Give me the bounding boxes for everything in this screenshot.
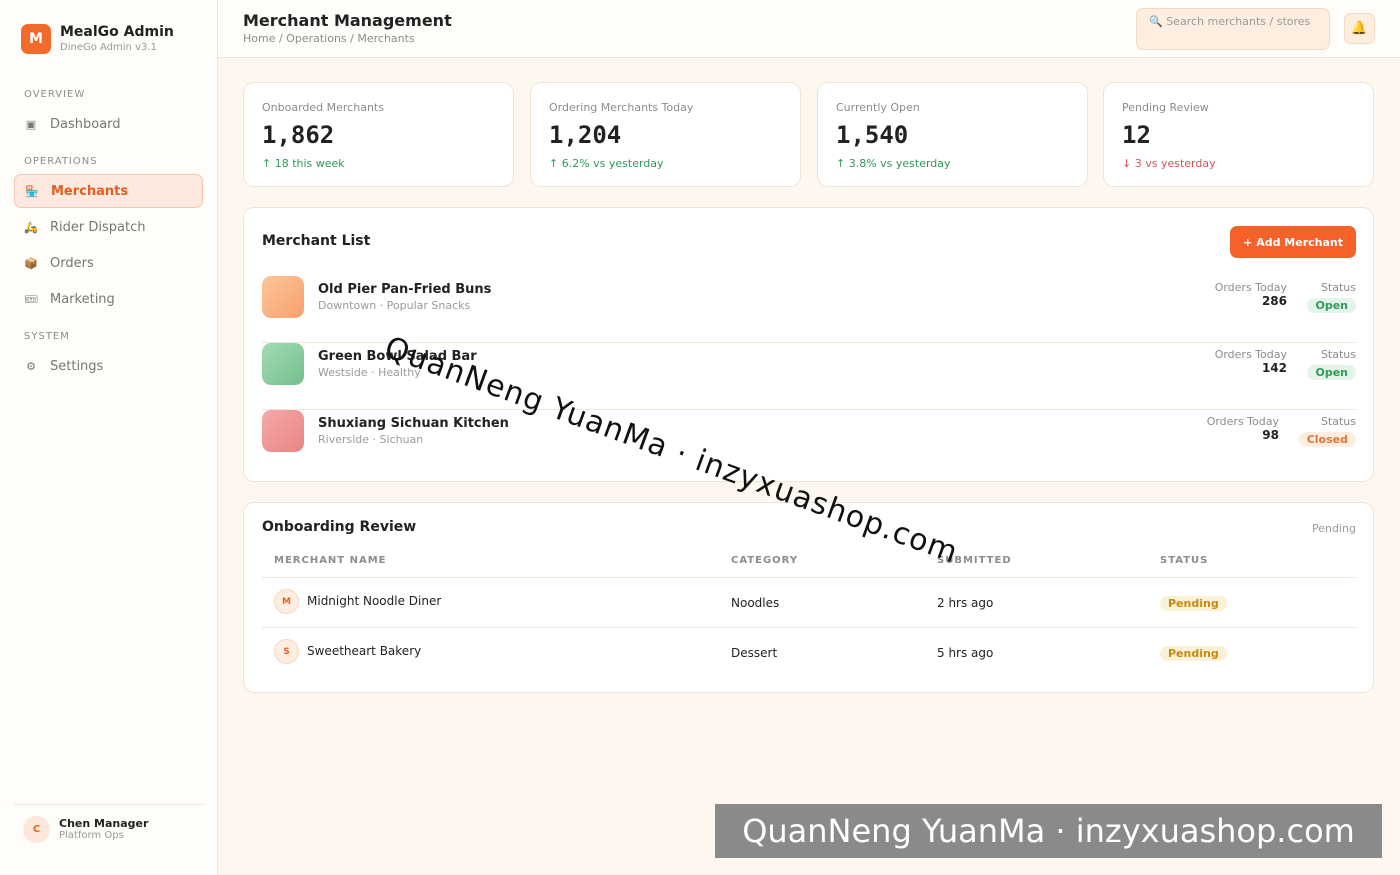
package-icon: 📦 — [24, 256, 38, 270]
status-label: Status — [1320, 281, 1356, 294]
list-item[interactable]: Shuxiang Sichuan Kitchen Riverside · Sic… — [262, 410, 1356, 477]
orders-value: 142 — [1261, 361, 1287, 375]
scooter-icon: 🛵 — [24, 220, 38, 234]
orders-label: Orders Today — [1206, 415, 1279, 428]
sidebar-item-label: Orders — [50, 255, 94, 271]
status-label: Status — [1320, 348, 1356, 361]
merchant-name: Midnight Noodle Diner — [307, 594, 442, 608]
sidebar-item-marketing[interactable]: 🎟 Marketing — [14, 282, 203, 316]
stat-value: 1,204 — [549, 121, 622, 149]
merchant-meta: Riverside · Sichuan — [318, 433, 424, 446]
stat-label: Onboarded Merchants — [262, 101, 384, 114]
nav-section-operations: OPERATIONS — [24, 156, 98, 167]
submitted-time: 2 hrs ago — [937, 596, 994, 610]
page-title: Merchant Management — [243, 11, 452, 30]
orders-label: Orders Today — [1214, 348, 1287, 361]
merchant-name: Old Pier Pan-Fried Buns — [318, 282, 492, 297]
stat-value: 1,540 — [836, 121, 909, 149]
status-badge: Open — [1307, 365, 1356, 380]
orders-value: 286 — [1261, 294, 1287, 308]
stat-card-ordering: Ordering Merchants Today 1,204 ↑ 6.2% vs… — [530, 82, 801, 187]
stat-card-onboarded: Onboarded Merchants 1,862 ↑ 18 this week — [243, 82, 514, 187]
stat-delta: ↑ 18 this week — [262, 157, 345, 170]
column-header-category[interactable]: CATEGORY — [731, 555, 798, 566]
status-badge: Closed — [1298, 432, 1356, 447]
stat-card-pending: Pending Review 12 ↓ 3 vs yesterday — [1103, 82, 1374, 187]
search-input[interactable]: 🔍 Search merchants / stores — [1136, 8, 1330, 50]
list-item[interactable]: Old Pier Pan-Fried Buns Downtown · Popul… — [262, 276, 1356, 343]
status-badge: Pending — [1160, 596, 1227, 611]
stat-value: 12 — [1122, 121, 1151, 149]
merchant-name: Shuxiang Sichuan Kitchen — [318, 416, 509, 431]
merchant-thumbnail — [262, 410, 304, 452]
brand[interactable]: M MealGo Admin DineGo Admin v3.1 — [21, 24, 174, 54]
section-title: Merchant List — [262, 233, 371, 249]
status-badge: Pending — [1160, 646, 1227, 661]
table-row[interactable]: M Midnight Noodle Diner Noodles 2 hrs ag… — [262, 578, 1356, 628]
user-profile[interactable]: C Chen Manager Platform Ops — [23, 816, 148, 843]
user-role: Platform Ops — [59, 830, 124, 841]
nav-section-overview: OVERVIEW — [24, 89, 86, 100]
brand-name: MealGo Admin — [60, 24, 174, 40]
merchant-name: Sweetheart Bakery — [307, 644, 422, 658]
merchant-meta: Downtown · Popular Snacks — [318, 299, 471, 312]
user-name: Chen Manager — [59, 817, 149, 830]
stat-label: Ordering Merchants Today — [549, 101, 694, 114]
stat-delta: ↑ 3.8% vs yesterday — [836, 157, 951, 170]
stat-card-open: Currently Open 1,540 ↑ 3.8% vs yesterday — [817, 82, 1088, 187]
sidebar-item-orders[interactable]: 📦 Orders — [14, 246, 203, 280]
avatar: S — [274, 639, 299, 664]
status-label: Status — [1320, 415, 1356, 428]
store-icon: 🏪 — [25, 184, 39, 198]
avatar: C — [23, 816, 50, 843]
merchant-thumbnail — [262, 276, 304, 318]
submitted-time: 5 hrs ago — [937, 646, 994, 660]
sidebar-item-settings[interactable]: ⚙ Settings — [14, 349, 203, 383]
add-merchant-button[interactable]: + Add Merchant — [1230, 226, 1356, 258]
ticket-icon: 🎟 — [24, 292, 38, 306]
nav-section-system: SYSTEM — [24, 331, 70, 342]
sidebar-item-label: Merchants — [51, 183, 129, 199]
stat-delta: ↑ 6.2% vs yesterday — [549, 157, 664, 170]
brand-logo: M — [21, 24, 51, 54]
gear-icon: ⚙ — [26, 359, 36, 373]
sidebar-item-label: Dashboard — [50, 116, 121, 132]
bell-icon[interactable]: 🔔 — [1344, 13, 1375, 44]
stat-label: Currently Open — [836, 101, 920, 114]
sidebar-item-dashboard[interactable]: ▣ Dashboard — [14, 107, 203, 141]
category: Dessert — [731, 646, 778, 660]
sidebar-item-merchants[interactable]: 🏪 Merchants — [14, 174, 203, 208]
stat-value: 1,862 — [262, 121, 335, 149]
column-header-name[interactable]: MERCHANT NAME — [274, 555, 387, 566]
dashboard-icon: ▣ — [25, 117, 37, 131]
header: Merchant Management Home / Operations / … — [218, 0, 1400, 58]
category: Noodles — [731, 596, 780, 610]
column-header-status[interactable]: STATUS — [1160, 555, 1208, 566]
merchant-thumbnail — [262, 343, 304, 385]
sidebar-item-rider-dispatch[interactable]: 🛵 Rider Dispatch — [14, 210, 203, 244]
section-title: Onboarding Review — [262, 519, 417, 535]
onboarding-review-card: Onboarding Review Pending MERCHANT NAME … — [243, 502, 1374, 693]
orders-label: Orders Today — [1214, 281, 1287, 294]
sidebar-item-label: Rider Dispatch — [50, 219, 146, 235]
breadcrumb[interactable]: Home / Operations / Merchants — [243, 32, 415, 45]
sidebar-item-label: Marketing — [50, 291, 115, 307]
stat-delta: ↓ 3 vs yesterday — [1122, 157, 1216, 170]
status-badge: Open — [1307, 298, 1356, 313]
sidebar: M MealGo Admin DineGo Admin v3.1 OVERVIE… — [0, 0, 218, 875]
brand-version: DineGo Admin v3.1 — [60, 42, 157, 53]
table-row[interactable]: S Sweetheart Bakery Dessert 5 hrs ago Pe… — [262, 628, 1356, 678]
avatar: M — [274, 589, 299, 614]
orders-value: 98 — [1262, 428, 1279, 442]
watermark-banner: QuanNeng YuanMa · inzyxuashop.com — [715, 804, 1382, 858]
sidebar-item-label: Settings — [50, 358, 104, 374]
pending-filter[interactable]: Pending — [1312, 522, 1356, 535]
stat-label: Pending Review — [1122, 101, 1209, 114]
sidebar-divider — [14, 804, 203, 805]
